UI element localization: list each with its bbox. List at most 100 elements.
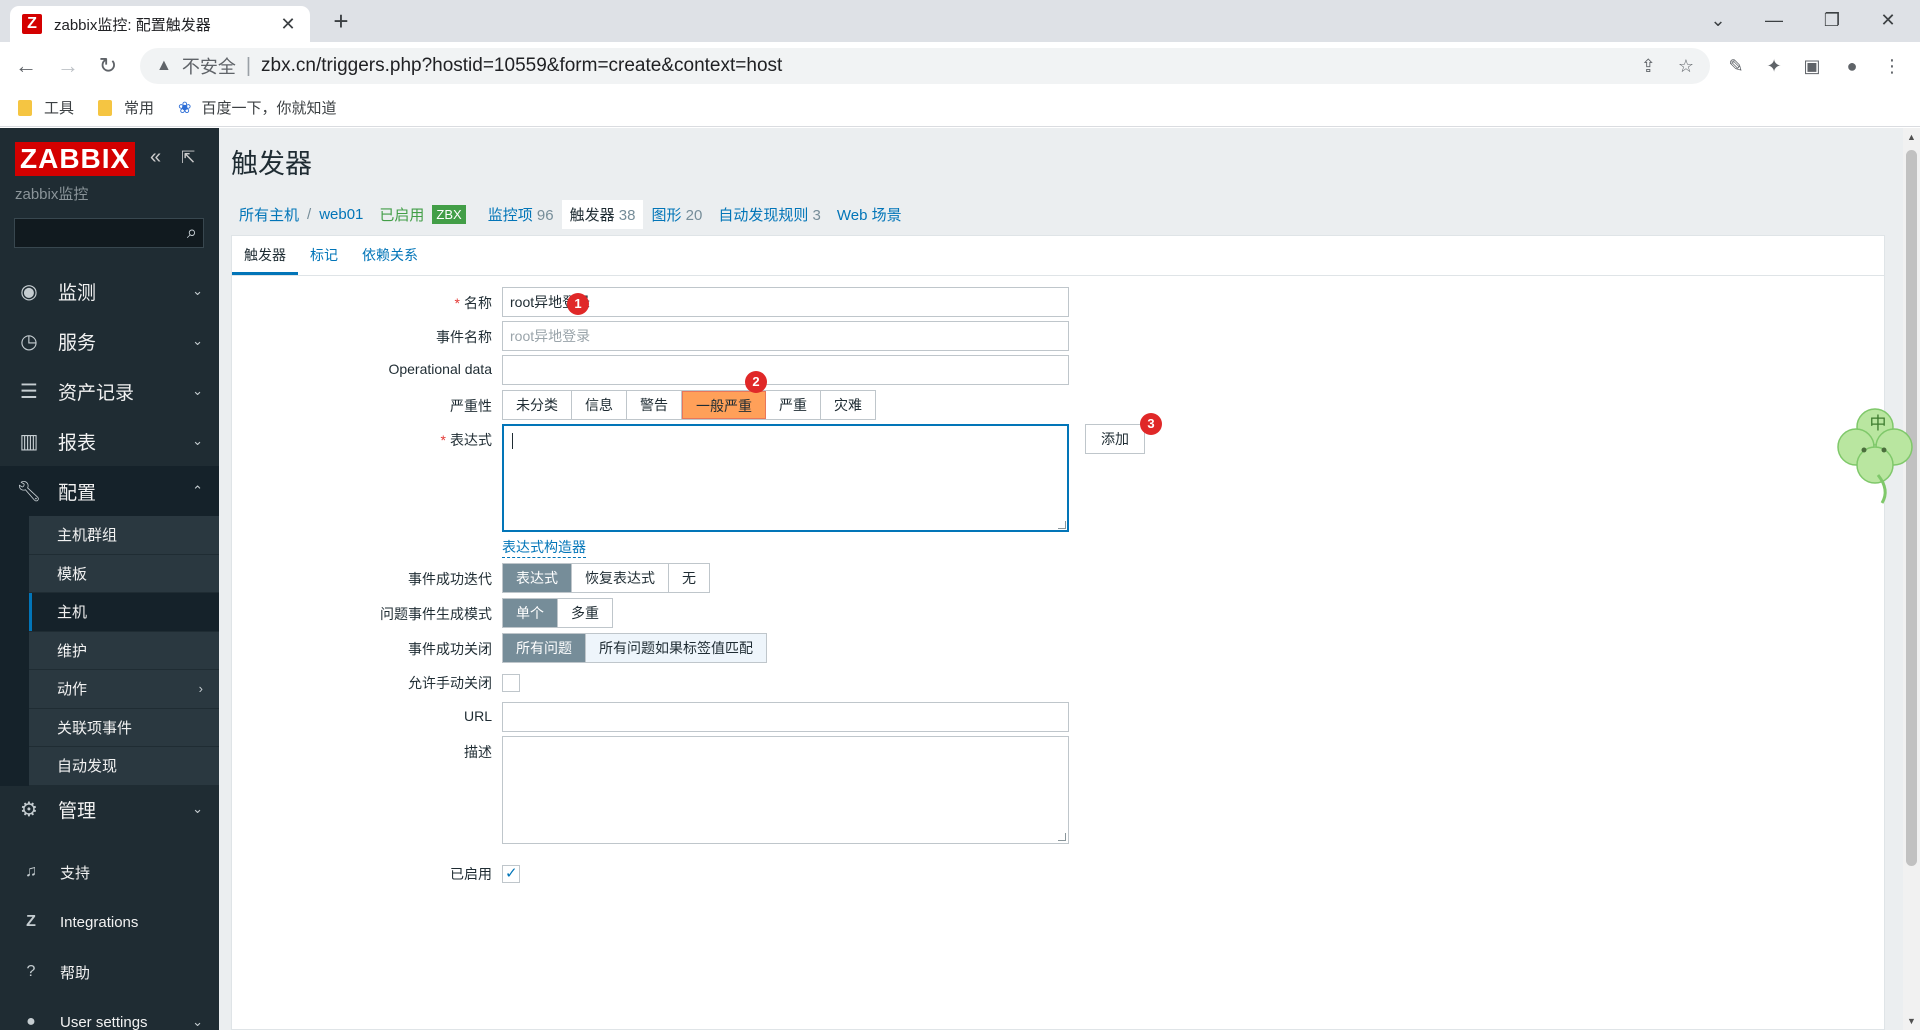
chevron-down-icon: ⌄ <box>192 283 203 298</box>
ok-gen-expression[interactable]: 表达式 <box>503 564 572 592</box>
scroll-down-icon[interactable]: ▼ <box>1903 1016 1920 1026</box>
expression-builder-link[interactable]: 表达式构造器 <box>502 537 586 558</box>
submenu-hosts[interactable]: 主机 <box>29 593 219 632</box>
menu-label: 监测 <box>58 282 97 304</box>
page-title: 触发器 <box>231 149 312 179</box>
kebab-menu-icon[interactable]: ⋮ <box>1876 50 1908 82</box>
omnibox[interactable]: ▲ 不安全 | zbx.cn/triggers.php?hostid=10559… <box>140 48 1710 84</box>
trigger-form: 触发器 标记 依赖关系 * 名称 root异地登录 事件名称 root异地登录 O… <box>231 235 1885 1030</box>
severity-information[interactable]: 信息 <box>572 391 627 419</box>
expression-textarea[interactable] <box>502 424 1069 532</box>
menu-support[interactable]: ♫ 支持 <box>0 852 219 892</box>
host-status[interactable]: 已启用 <box>371 200 432 229</box>
bookmark-tools[interactable]: 工具 <box>18 97 74 118</box>
crumb-label: 自动发现规则 <box>718 207 809 224</box>
ok-gen-recovery-expression[interactable]: 恢复表达式 <box>572 564 669 592</box>
menu-user-settings[interactable]: ● User settings ⌄ <box>0 1002 219 1030</box>
crumb-discovery[interactable]: 自动发现规则 3 <box>710 200 829 229</box>
submenu-maintenance[interactable]: 维护 <box>29 632 219 670</box>
crumb-all-hosts[interactable]: 所有主机 <box>231 200 307 229</box>
submenu-templates[interactable]: 模板 <box>29 555 219 593</box>
search-icon[interactable]: ⌕ <box>187 222 197 243</box>
resize-handle-icon[interactable] <box>1058 833 1066 841</box>
baidu-paw-icon: ❀ <box>178 99 192 117</box>
scroll-thumb[interactable] <box>1906 150 1917 866</box>
manual-close-checkbox[interactable] <box>502 674 520 692</box>
star-icon[interactable]: ☆ <box>1678 56 1694 77</box>
puzzle-icon[interactable]: ✦ <box>1758 50 1790 82</box>
problem-mode-multiple[interactable]: 多重 <box>558 599 612 627</box>
ok-close-all-problems[interactable]: 所有问题 <box>503 634 586 662</box>
severity-disaster[interactable]: 灾难 <box>821 391 875 419</box>
menu-reports[interactable]: ▥ 报表 ⌄ <box>0 416 219 466</box>
share-icon[interactable]: ⇪ <box>1641 56 1656 77</box>
menu-inventory[interactable]: ☰ 资产记录 ⌄ <box>0 366 219 416</box>
close-window-button[interactable]: ✕ <box>1866 4 1910 36</box>
zabbix-logo[interactable]: ZABBIX <box>15 142 136 176</box>
submenu-actions[interactable]: 动作 › <box>29 670 219 709</box>
bookmark-common[interactable]: 常用 <box>98 97 154 118</box>
collapse-sidebar-icon[interactable]: « <box>150 146 161 169</box>
menu-configuration[interactable]: 🔧︎ 配置 ⌃ <box>0 466 219 516</box>
severity-selector: 未分类 信息 警告 一般严重 严重 灾难 <box>502 390 876 420</box>
url-field[interactable] <box>502 702 1069 732</box>
reload-icon[interactable]: ↻ <box>92 50 124 82</box>
add-expression-button[interactable]: 添加 <box>1085 424 1145 454</box>
tab-tags[interactable]: 标记 <box>298 245 350 275</box>
ok-gen-none[interactable]: 无 <box>669 564 709 592</box>
enabled-checkbox[interactable] <box>502 864 520 883</box>
name-label: * 名称 <box>232 293 492 313</box>
new-tab-button[interactable]: + <box>325 6 357 38</box>
extension-pen-icon[interactable]: ✎ <box>1720 50 1752 82</box>
bookmark-baidu[interactable]: ❀ 百度一下，你就知道 <box>178 97 336 118</box>
crumb-items[interactable]: 监控项 96 <box>480 200 562 229</box>
profile-icon[interactable]: ● <box>1836 50 1868 82</box>
back-arrow-icon[interactable]: ← <box>10 50 42 82</box>
warning-icon[interactable]: ▲ <box>156 57 172 75</box>
kiosk-mode-icon[interactable]: ⇱ <box>181 148 195 168</box>
scroll-up-icon[interactable]: ▲ <box>1903 132 1920 142</box>
menu-administration[interactable]: ⚙ 管理 ⌄ <box>0 784 219 834</box>
menu-monitoring[interactable]: ◉ 监测 ⌄ <box>0 266 219 316</box>
severity-high[interactable]: 严重 <box>766 391 821 419</box>
submenu-event-correlation[interactable]: 关联项事件 <box>29 709 219 747</box>
problem-mode-single[interactable]: 单个 <box>503 599 558 627</box>
description-textarea[interactable] <box>502 736 1069 844</box>
browser-tab[interactable]: Z zabbix监控: 配置触发器 ✕ <box>10 6 310 42</box>
clover-ime-icon[interactable]: 中 <box>1830 395 1920 505</box>
crumb-graphs[interactable]: 图形 20 <box>643 200 710 229</box>
severity-not-classified[interactable]: 未分类 <box>503 391 572 419</box>
resize-handle-icon[interactable] <box>1058 521 1066 529</box>
zbx-availability-badge: ZBX <box>432 205 466 224</box>
minimize-button[interactable]: — <box>1752 4 1796 36</box>
headset-icon: ♫ <box>25 863 37 880</box>
tab-close-icon[interactable]: ✕ <box>278 14 298 35</box>
menu-integrations[interactable]: Z Integrations <box>0 902 219 942</box>
sidepanel-icon[interactable]: ▣ <box>1796 50 1828 82</box>
crumb-triggers[interactable]: 触发器 38 <box>561 200 644 229</box>
required-mark: * <box>454 295 460 311</box>
submenu-discovery[interactable]: 自动发现 <box>29 747 219 786</box>
severity-average[interactable]: 一般严重 <box>682 391 766 419</box>
severity-warning[interactable]: 警告 <box>627 391 682 419</box>
submenu-host-groups[interactable]: 主机群组 <box>29 516 219 555</box>
menu-label: 报表 <box>58 432 97 454</box>
menu-help[interactable]: ? 帮助 <box>0 952 219 992</box>
crumb-host[interactable]: web01 <box>311 202 371 227</box>
search-input[interactable]: ⌕ <box>14 218 204 248</box>
maximize-button[interactable]: ❐ <box>1810 4 1854 36</box>
chevron-up-icon: ⌃ <box>192 483 203 498</box>
menu-services[interactable]: ◷ 服务 ⌄ <box>0 316 219 366</box>
crumb-web[interactable]: Web 场景 <box>829 200 910 229</box>
forward-arrow-icon[interactable]: → <box>52 50 84 82</box>
security-label[interactable]: 不安全 <box>182 53 236 79</box>
page-scrollbar[interactable]: ▲ ▼ <box>1903 128 1920 1030</box>
url-text[interactable]: zbx.cn/triggers.php?hostid=10559&form=cr… <box>261 55 1619 77</box>
event-name-field[interactable]: root异地登录 <box>502 321 1069 351</box>
tab-trigger[interactable]: 触发器 <box>232 245 298 275</box>
ok-close-tag-match[interactable]: 所有问题如果标签值匹配 <box>586 634 766 662</box>
tab-list-icon[interactable]: ⌄ <box>1696 4 1740 36</box>
opdata-field[interactable] <box>502 355 1069 385</box>
tab-dependencies[interactable]: 依赖关系 <box>350 245 430 275</box>
event-name-label: 事件名称 <box>436 329 492 345</box>
